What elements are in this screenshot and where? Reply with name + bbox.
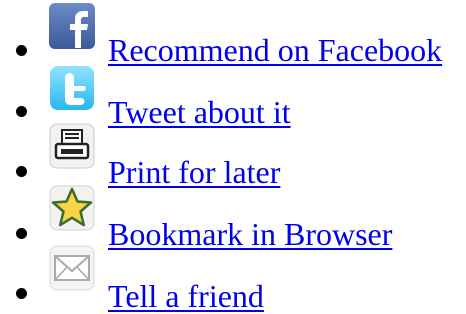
tell-friend-link[interactable]: Tell a friend — [108, 278, 264, 314]
list-bullet — [16, 166, 27, 177]
facebook-icon[interactable] — [48, 2, 96, 50]
star-icon[interactable] — [48, 184, 96, 232]
share-item-facebook: Recommend on Facebook — [0, 0, 466, 68]
share-item-twitter: Tweet about it — [0, 60, 466, 130]
share-item-email: Tell a friend — [0, 240, 466, 314]
share-item-print: Print for later — [0, 120, 466, 190]
list-bullet — [16, 45, 27, 56]
list-bullet — [16, 288, 27, 299]
list-bullet — [16, 228, 27, 239]
twitter-icon[interactable] — [48, 64, 96, 112]
share-item-bookmark: Bookmark in Browser — [0, 180, 466, 252]
list-bullet — [16, 106, 27, 117]
envelope-icon[interactable] — [48, 244, 96, 292]
printer-icon[interactable] — [48, 122, 96, 170]
